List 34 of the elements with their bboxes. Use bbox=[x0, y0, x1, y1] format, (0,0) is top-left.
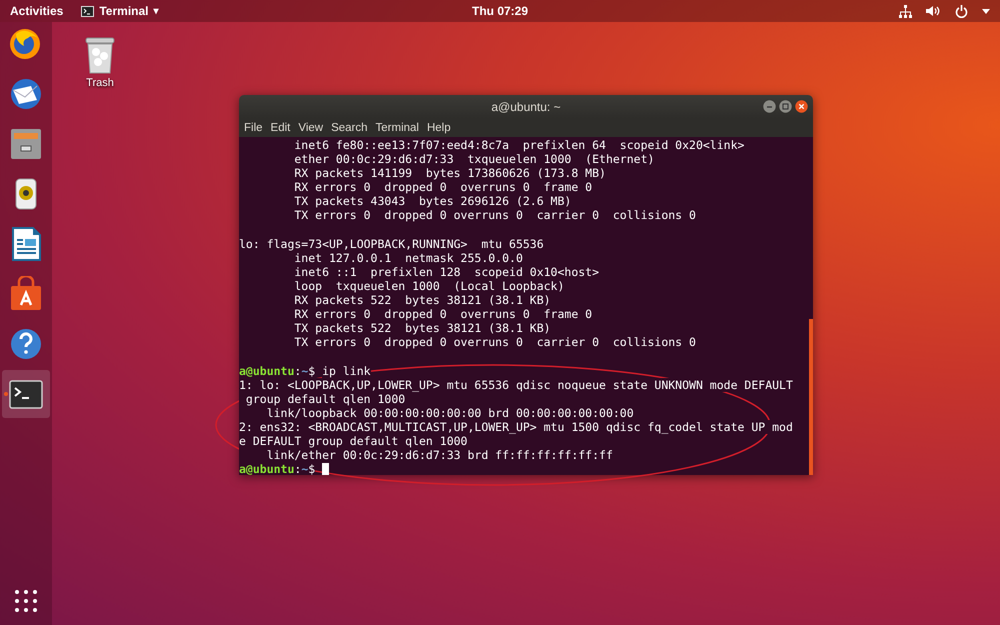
clock[interactable]: Thu 07:29 bbox=[472, 4, 528, 18]
menu-item[interactable]: View bbox=[298, 122, 324, 134]
maximize-button[interactable] bbox=[779, 100, 792, 113]
prompt-user: a@ubuntu bbox=[239, 364, 294, 378]
caret-icon[interactable] bbox=[982, 8, 990, 14]
app-menu[interactable]: Terminal ▾ bbox=[81, 4, 158, 18]
volume-icon[interactable] bbox=[926, 5, 941, 17]
running-indicator bbox=[4, 392, 8, 396]
shopping-bag-icon bbox=[8, 276, 44, 312]
network-icon[interactable] bbox=[899, 4, 912, 18]
trash-bin-icon[interactable] bbox=[84, 36, 116, 74]
dock-item[interactable] bbox=[2, 370, 50, 418]
prompt-user: a@ubuntu bbox=[239, 462, 294, 475]
menu-item[interactable]: Help bbox=[426, 122, 451, 134]
power-icon[interactable] bbox=[955, 4, 968, 18]
minimize-button[interactable] bbox=[763, 100, 776, 113]
cabinet-icon bbox=[8, 126, 44, 162]
icon-label[interactable]: Trash bbox=[86, 77, 114, 89]
apps-grid-icon[interactable] bbox=[14, 589, 38, 613]
menu-item[interactable]: Edit bbox=[270, 122, 290, 134]
menu-item[interactable]: Search bbox=[331, 122, 368, 134]
window-title: a@ubuntu: ~ bbox=[491, 100, 561, 114]
activities-button[interactable]: Activities bbox=[10, 4, 64, 18]
question-icon bbox=[8, 326, 44, 362]
menu-item[interactable]: File bbox=[244, 122, 263, 134]
scrollbar-thumb[interactable] bbox=[809, 319, 813, 475]
envelope-icon bbox=[8, 76, 44, 112]
close-button[interactable] bbox=[795, 100, 808, 113]
prompt-symbol: $ bbox=[308, 462, 316, 475]
prompt-symbol: $ bbox=[308, 364, 316, 378]
caret-icon: ▾ bbox=[153, 5, 158, 17]
command-text: ip link bbox=[322, 364, 371, 378]
terminal-icon bbox=[81, 6, 94, 16]
menu-item[interactable]: Terminal bbox=[376, 122, 419, 134]
